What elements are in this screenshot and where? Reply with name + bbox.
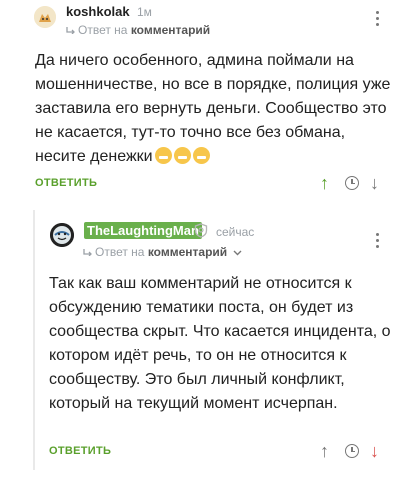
grinning-emoji-icon — [192, 147, 210, 164]
comment-1: koshkolak 1м Ответ на комментарий Да нич… — [0, 0, 400, 205]
upvote-arrow-icon[interactable]: ↑ — [320, 174, 329, 192]
more-options-icon[interactable] — [375, 11, 381, 29]
avatar[interactable] — [50, 223, 74, 247]
reply-arrow-icon — [83, 245, 92, 259]
comment-2: TheLaughtingMan сейчас Ответ на коммента… — [0, 205, 400, 479]
more-options-icon[interactable] — [375, 233, 381, 251]
comment-body: Да ничего особенного, админа поймали на … — [35, 52, 391, 165]
comment-text: Да ничего особенного, админа поймали на … — [35, 49, 395, 169]
reply-button[interactable]: ОТВЕТИТЬ — [49, 445, 111, 457]
clock-icon[interactable] — [345, 444, 359, 458]
reply-to-link[interactable]: Ответ на комментарий — [83, 245, 245, 259]
comment-timestamp: 1м — [137, 5, 152, 19]
reply-to-link[interactable]: Ответ на комментарий — [66, 23, 210, 37]
comment-timestamp: сейчас — [216, 225, 255, 239]
grinning-emoji-icon — [154, 147, 172, 164]
reply-target[interactable]: комментарий — [131, 23, 210, 37]
reply-arrow-icon — [66, 23, 75, 37]
reply-prefix: Ответ на — [95, 245, 145, 259]
reply-button[interactable]: ОТВЕТИТЬ — [35, 177, 97, 189]
avatar[interactable] — [34, 6, 56, 28]
upvote-arrow-icon[interactable]: ↑ — [320, 442, 329, 460]
clock-icon[interactable] — [345, 176, 359, 190]
shield-icon — [194, 223, 208, 243]
comment-author[interactable]: koshkolak — [66, 4, 130, 19]
downvote-arrow-icon[interactable]: ↓ — [370, 174, 379, 192]
reply-prefix: Ответ на — [78, 23, 128, 37]
comment-text: Так как ваш комментарий не относится к о… — [49, 275, 391, 412]
reply-target[interactable]: комментарий — [148, 245, 227, 259]
chevron-down-icon[interactable] — [233, 245, 242, 259]
downvote-arrow-icon[interactable]: ↓ — [370, 442, 379, 460]
comment-author[interactable]: TheLaughtingMan — [84, 222, 202, 239]
grinning-emoji-icon — [173, 147, 191, 164]
